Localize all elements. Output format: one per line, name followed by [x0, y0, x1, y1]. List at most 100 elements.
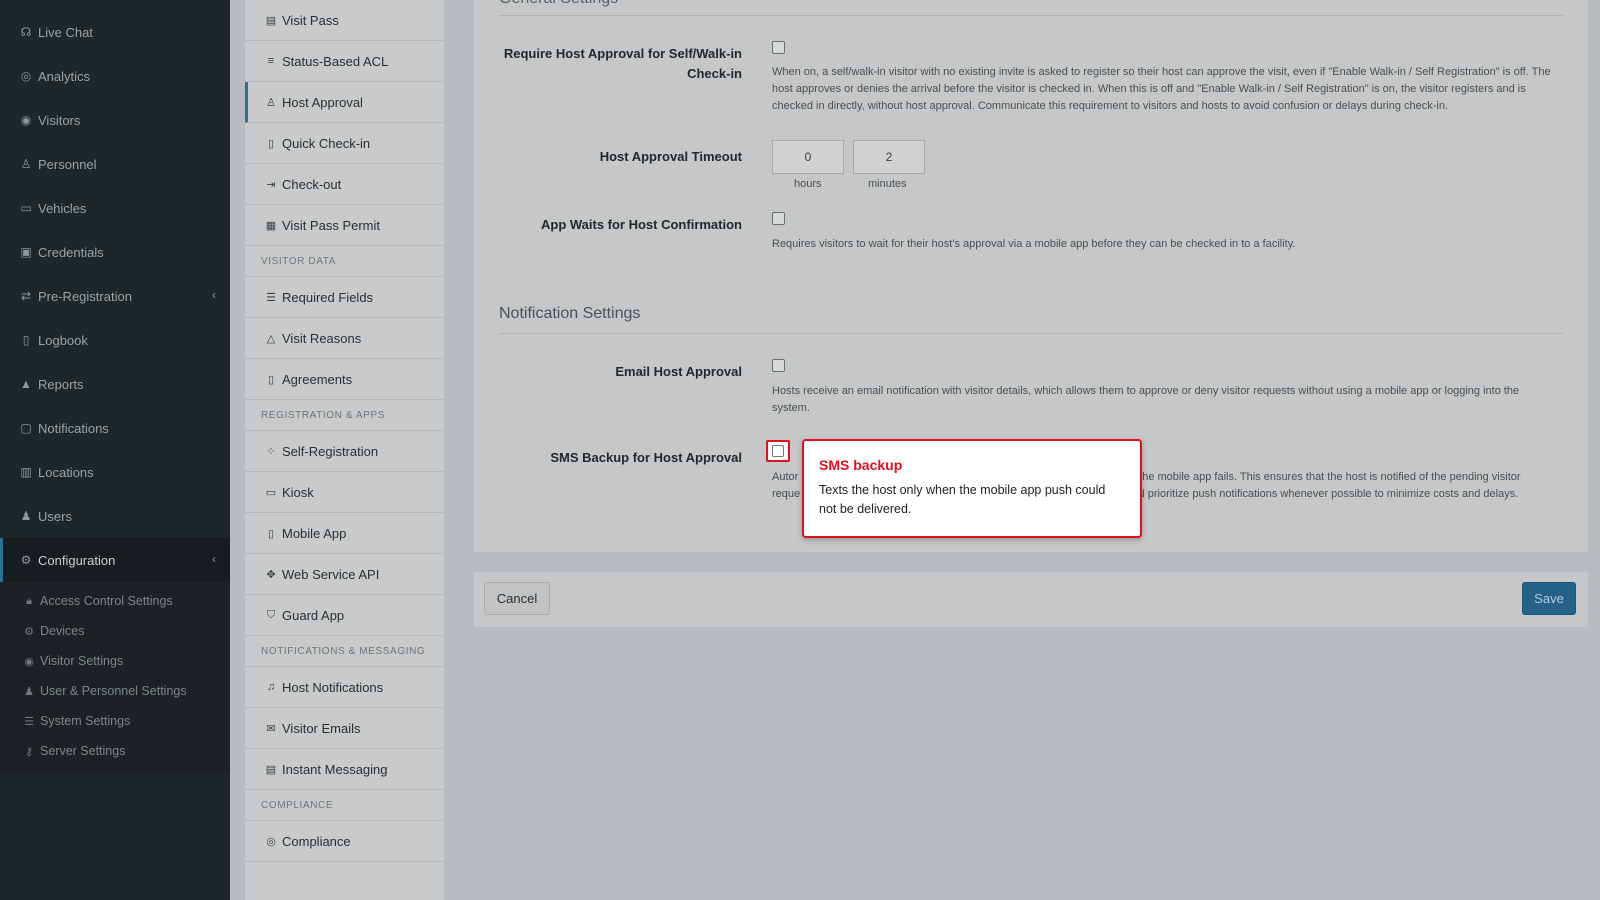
- message-icon: ▤: [265, 763, 277, 776]
- menu-item-label: Web Service API: [282, 566, 380, 582]
- appwait-label: App Waits for Host Confirmation: [540, 217, 742, 232]
- sidebar-item-users[interactable]: ♟ Users: [0, 494, 230, 538]
- sidebar-item-label: Locations: [38, 464, 94, 480]
- menu-item-label: Visit Pass: [282, 12, 339, 28]
- menu-item-host-approval[interactable]: ♙ Host Approval: [245, 82, 444, 123]
- sidebar-item-credentials[interactable]: ▣ Credentials: [0, 230, 230, 274]
- timeout-minutes-input[interactable]: 2: [853, 140, 925, 174]
- sidebar-item-configuration[interactable]: ⚙ Configuration ‹: [0, 538, 230, 582]
- sidebar-item-logbook[interactable]: ▯ Logbook: [0, 318, 230, 362]
- sidebar-item-reports[interactable]: ▲ Reports: [0, 362, 230, 406]
- menu-item-guard-app[interactable]: ⛉ Guard App: [245, 595, 444, 636]
- sidebar-subitem-label: Visitor Settings: [40, 654, 124, 668]
- grid-icon: ⁘: [266, 445, 276, 458]
- sidebar-subitem-server-settings[interactable]: ⚷ Server Settings: [0, 736, 230, 766]
- sidebar-subitem-user-personnel[interactable]: ♟ User & Personnel Settings: [0, 676, 230, 706]
- menu-item-host-notifications[interactable]: ♫ Host Notifications: [245, 667, 444, 708]
- sms-help-right-2: uld prioritize push notifications whenev…: [1130, 488, 1519, 500]
- document-icon: ▯: [267, 373, 275, 386]
- sms-backup-checkbox[interactable]: [766, 440, 790, 462]
- menu-item-label: Instant Messaging: [282, 761, 388, 777]
- menu-item-self-registration[interactable]: ⁘ Self-Registration: [245, 431, 444, 472]
- sidebar-item-notifications[interactable]: ▢ Notifications: [0, 406, 230, 450]
- menu-item-label: Self-Registration: [282, 443, 379, 459]
- user-check-icon: ♙: [266, 96, 276, 109]
- chart-icon: ▲: [20, 377, 32, 391]
- appwait-help: Requires visitors to wait for their host…: [772, 238, 1296, 250]
- users-icon: ♟: [24, 685, 34, 698]
- menu-item-label: Quick Check-in: [282, 135, 371, 151]
- sidebar-item-personnel[interactable]: ♙ Personnel: [0, 142, 230, 186]
- menu-item-label: Visit Pass Permit: [282, 217, 381, 233]
- lock-icon: 🔒︎: [26, 594, 32, 607]
- menu-item-kiosk[interactable]: ▭ Kiosk: [245, 472, 444, 513]
- menu-item-quick-checkin[interactable]: ▯ Quick Check-in: [245, 123, 444, 164]
- sidebar-subitem-access-control[interactable]: 🔒︎ Access Control Settings: [0, 586, 230, 616]
- menu-item-mobile-app[interactable]: ▯ Mobile App: [245, 513, 444, 554]
- badge-icon: ◎: [266, 835, 276, 848]
- sidebar-item-pre-registration[interactable]: ⇄ Pre-Registration ‹: [0, 274, 230, 318]
- menu-item-visit-pass-permit[interactable]: ▦ Visit Pass Permit: [245, 205, 444, 246]
- sidebar-item-vehicles[interactable]: ▭ Vehicles: [0, 186, 230, 230]
- sidebar-item-label: Analytics: [38, 68, 91, 84]
- key-icon: ⚷: [24, 745, 34, 758]
- network-icon: ✥: [266, 568, 276, 581]
- sidebar-item-label: Personnel: [38, 156, 97, 172]
- sidebar-item-label: Vehicles: [38, 200, 87, 216]
- menu-item-visit-pass[interactable]: ▤ Visit Pass: [245, 0, 444, 41]
- checklist-icon: ☰: [266, 291, 276, 304]
- menu-heading-notifications: NOTIFICATIONS & MESSAGING: [245, 636, 444, 667]
- sms-backup-label: SMS Backup for Host Approval: [550, 450, 742, 465]
- menu-item-agreements[interactable]: ▯ Agreements: [245, 359, 444, 400]
- menu-item-label: Mobile App: [282, 525, 347, 541]
- menu-item-required-fields[interactable]: ☰ Required Fields: [245, 277, 444, 318]
- save-button[interactable]: Save: [1522, 582, 1576, 615]
- cancel-button[interactable]: Cancel: [484, 582, 550, 615]
- menu-item-label: Visitor Emails: [282, 720, 361, 736]
- divider: [499, 15, 1563, 16]
- monitor-icon: ▭: [265, 486, 277, 499]
- book-icon: ▯: [22, 333, 30, 347]
- menu-item-label: Agreements: [282, 371, 353, 387]
- sidebar-subitem-system-settings[interactable]: ☰ System Settings: [0, 706, 230, 736]
- appwait-checkbox[interactable]: [772, 212, 785, 225]
- permit-icon: ▦: [265, 219, 277, 232]
- tooltip-title: SMS backup: [819, 457, 903, 473]
- envelope-icon: ✉: [266, 722, 276, 735]
- sidebar-item-label: Users: [38, 508, 72, 524]
- minutes-unit-label: minutes: [868, 178, 907, 190]
- email-host-approval-checkbox[interactable]: [772, 359, 785, 372]
- headset-icon: ☊: [20, 25, 32, 39]
- sidebar-subitem-label: Devices: [40, 624, 85, 638]
- menu-item-instant-messaging[interactable]: ▤ Instant Messaging: [245, 749, 444, 790]
- divider: [499, 333, 1563, 334]
- menu-item-label: Status-Based ACL: [282, 53, 389, 69]
- require-approval-label: Require Host Approval for Self/Walk-in C…: [503, 46, 742, 81]
- menu-item-web-service-api[interactable]: ✥ Web Service API: [245, 554, 444, 595]
- menu-item-compliance[interactable]: ◎ Compliance: [245, 821, 444, 862]
- sidebar-item-visitors[interactable]: ◉ Visitors: [0, 98, 230, 142]
- form-footer: Cancel Save: [474, 572, 1588, 627]
- sidebar-item-label: Pre-Registration: [38, 288, 132, 304]
- menu-item-checkout[interactable]: ⇥ Check-out: [245, 164, 444, 205]
- car-icon: ▭: [20, 201, 32, 215]
- main-sidebar: ☊ Live Chat ◎ Analytics ◉ Visitors ♙ Personn…: [0, 0, 230, 900]
- sidebar-item-live-chat[interactable]: ☊ Live Chat: [0, 10, 230, 54]
- id-card-icon: ▣: [20, 245, 32, 259]
- visitor-settings-menu: ▤ Visit Pass ≡ Status-Based ACL ♙ Host Appr…: [245, 0, 444, 900]
- users-icon: ♟: [20, 509, 32, 523]
- timeout-hours-input[interactable]: 0: [772, 140, 844, 174]
- menu-item-visit-reasons[interactable]: △ Visit Reasons: [245, 318, 444, 359]
- sidebar-subitem-devices[interactable]: ⚙ Devices: [0, 616, 230, 646]
- email-host-approval-help: Hosts receive an email notification with…: [772, 385, 1520, 414]
- require-approval-help: When on, a self/walk-in visitor with no …: [772, 66, 1551, 112]
- menu-heading-registration: REGISTRATION & APPS: [245, 400, 444, 431]
- menu-item-status-acl[interactable]: ≡ Status-Based ACL: [245, 41, 444, 82]
- shapes-icon: △: [266, 332, 276, 345]
- require-approval-checkbox[interactable]: [772, 41, 785, 54]
- sidebar-subitem-visitor-settings[interactable]: ◉ Visitor Settings: [0, 646, 230, 676]
- menu-item-visitor-emails[interactable]: ✉ Visitor Emails: [245, 708, 444, 749]
- sidebar-item-analytics[interactable]: ◎ Analytics: [0, 54, 230, 98]
- sidebar-item-locations[interactable]: ▥ Locations: [0, 450, 230, 494]
- general-settings-heading: General Settings: [499, 0, 618, 8]
